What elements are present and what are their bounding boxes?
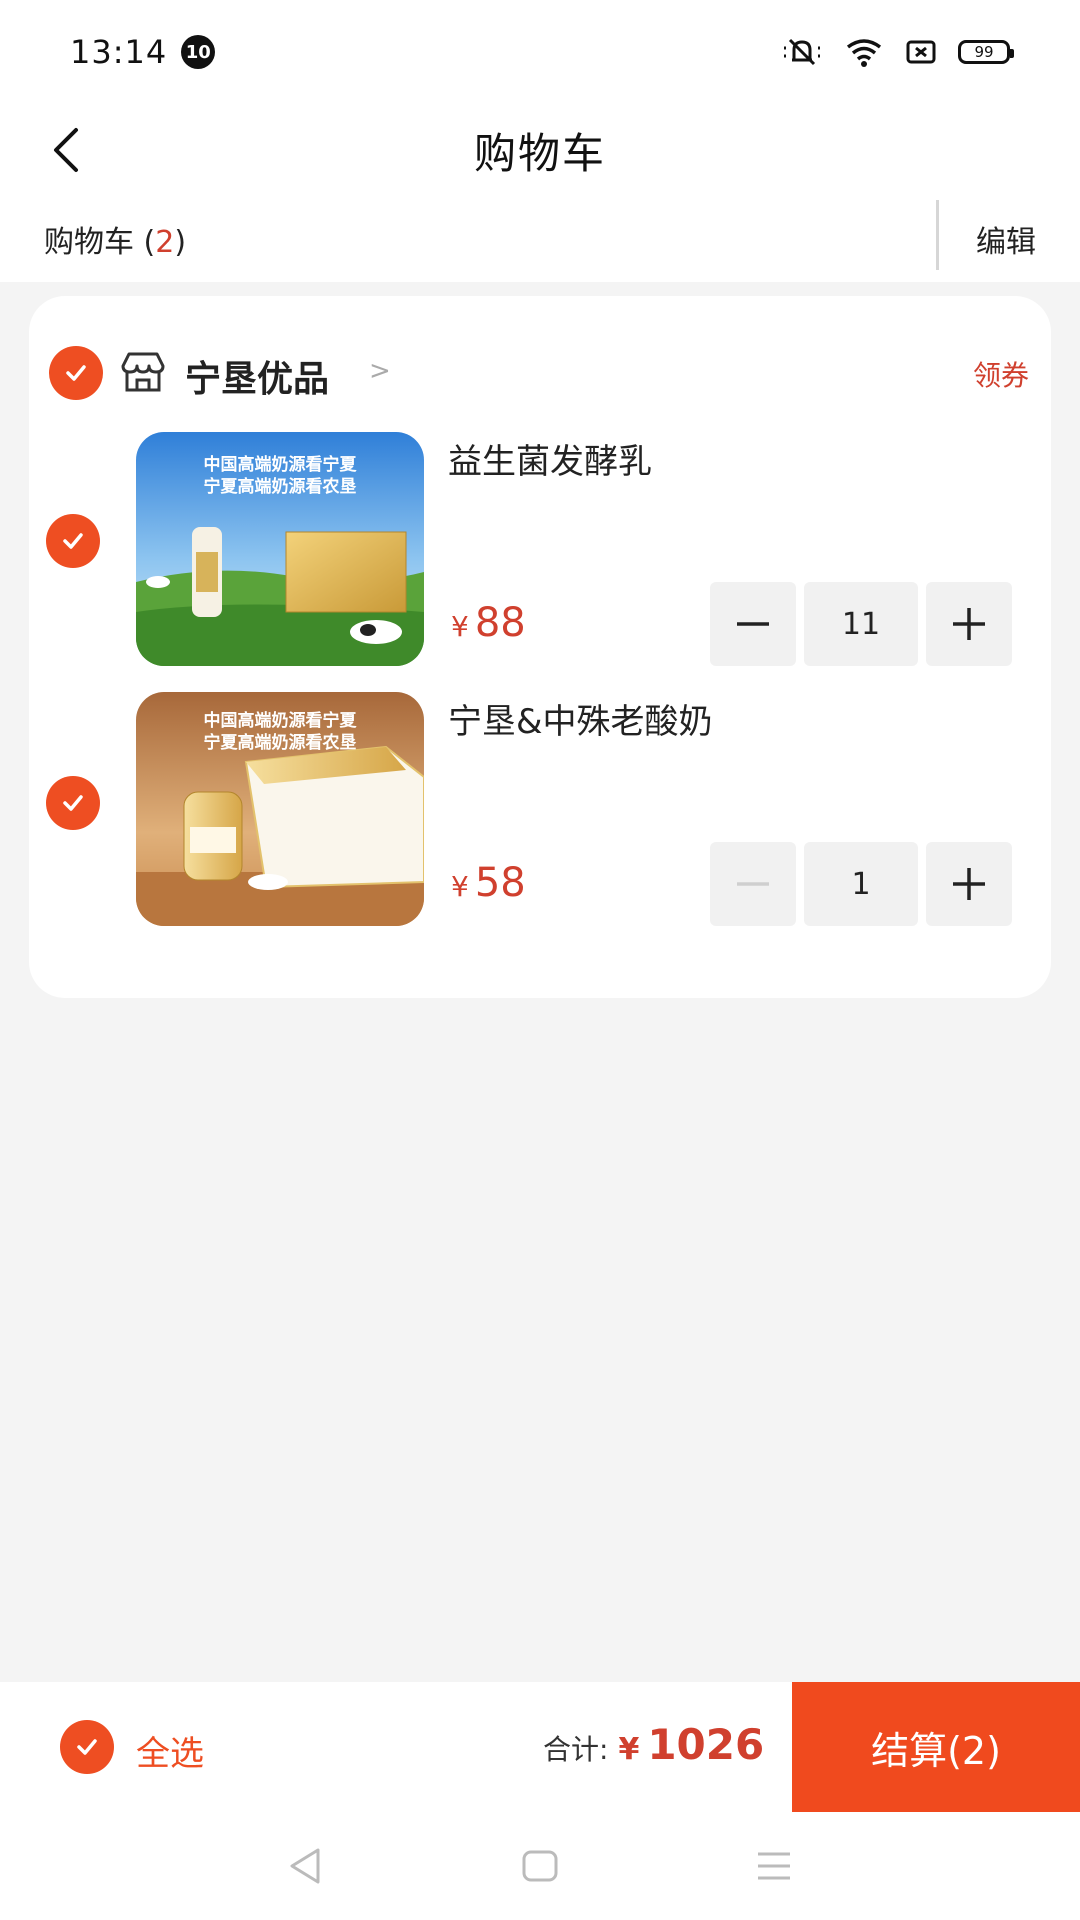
- status-icons: 99: [782, 36, 1014, 68]
- product-image-graphic: 中国高端奶源看宁夏 宁夏高端奶源看农垦: [136, 692, 424, 926]
- minus-icon: [737, 622, 769, 626]
- image-caption-1: 中国高端奶源看宁夏: [204, 454, 358, 475]
- currency-symbol: ¥: [451, 870, 469, 903]
- product-price: ¥88: [451, 600, 526, 646]
- plus-icon: [953, 868, 985, 900]
- product-image[interactable]: 中国高端奶源看宁夏 宁夏高端奶源看农垦: [136, 432, 424, 666]
- nav-menu-icon[interactable]: [752, 1844, 796, 1888]
- check-icon: [63, 795, 83, 811]
- cart-item: 中国高端奶源看宁夏 宁夏高端奶源看农垦 宁垦&中殊老酸奶 ¥58 1: [29, 692, 1051, 928]
- product-image[interactable]: 中国高端奶源看宁夏 宁夏高端奶源看农垦: [136, 692, 424, 926]
- battery-icon: 99: [958, 40, 1014, 64]
- coupon-button[interactable]: 领券: [973, 354, 1029, 394]
- store-checkbox[interactable]: [49, 346, 103, 400]
- item-checkbox[interactable]: [46, 776, 100, 830]
- sim-icon: [906, 40, 936, 64]
- decrease-button[interactable]: [710, 842, 796, 926]
- check-icon: [77, 1739, 97, 1755]
- product-image-graphic: 中国高端奶源看宁夏 宁夏高端奶源看农垦: [136, 432, 424, 666]
- cart-count: 2: [155, 225, 175, 260]
- quantity-stepper: 1: [710, 842, 1012, 926]
- edit-button[interactable]: 编辑: [976, 217, 1036, 261]
- select-all-label[interactable]: 全选: [136, 1726, 204, 1775]
- currency-symbol: ¥: [451, 610, 469, 643]
- image-caption-2: 宁夏高端奶源看农垦: [204, 732, 357, 753]
- store-header: 宁垦优品 > 领券: [29, 344, 1051, 404]
- back-button[interactable]: [42, 122, 98, 178]
- product-name[interactable]: 益生菌发酵乳: [448, 434, 652, 483]
- quantity-stepper: 11: [710, 582, 1012, 666]
- total-label: 合计:: [543, 1733, 609, 1766]
- nav-bar: 购物车: [0, 104, 1080, 196]
- cart-item: 中国高端奶源看宁夏 宁夏高端奶源看农垦 益生菌发酵乳 ¥88 11: [29, 432, 1051, 668]
- total-currency: ¥: [618, 1732, 640, 1767]
- status-time: 13:14: [70, 33, 168, 71]
- cart-subheader: 购物车 (2) 编辑: [0, 196, 1080, 282]
- store-card: 宁垦优品 > 领券 中国高端奶源看宁夏 宁夏高端奶源看农垦 益生菌发酵乳 ¥ 8…: [29, 296, 1051, 998]
- image-caption-2: 宁夏高端奶源看农垦: [204, 476, 357, 497]
- store-icon: [121, 352, 165, 392]
- system-nav-bar: [0, 1812, 1080, 1920]
- status-bar: 13:14 10 99: [0, 0, 1080, 104]
- increase-button[interactable]: [926, 582, 1012, 666]
- store-arrow-icon[interactable]: >: [369, 356, 391, 386]
- select-all-checkbox[interactable]: [60, 1720, 114, 1774]
- plus-icon: [953, 608, 985, 640]
- check-icon: [66, 365, 86, 381]
- mute-bell-icon: [784, 38, 820, 66]
- increase-button[interactable]: [926, 842, 1012, 926]
- price-value: 58: [474, 860, 526, 906]
- price-value: 88: [474, 600, 526, 646]
- product-price: ¥58: [451, 860, 526, 906]
- checkout-bar: 全选 合计: ¥ 1026 结算(2): [0, 1682, 1080, 1812]
- item-checkbox[interactable]: [46, 514, 100, 568]
- wifi-icon: [846, 39, 882, 67]
- cart-label-text: 购物车 (: [44, 225, 156, 260]
- total-value: 1026: [647, 1720, 765, 1769]
- divider: [936, 200, 939, 270]
- checkout-button[interactable]: 结算(2): [792, 1682, 1080, 1812]
- cart-count-label: 购物车 (2): [44, 217, 186, 261]
- store-name[interactable]: 宁垦优品: [185, 350, 329, 402]
- notification-badge: 10: [181, 35, 216, 69]
- quantity-value[interactable]: 1: [804, 842, 918, 926]
- cart-label-end: ): [174, 225, 187, 260]
- product-name[interactable]: 宁垦&中殊老酸奶: [448, 694, 713, 743]
- nav-back-icon[interactable]: [284, 1844, 328, 1888]
- page-title: 购物车: [473, 128, 606, 178]
- minus-icon: [737, 882, 769, 886]
- total-amount: 合计: ¥ 1026: [543, 1720, 764, 1769]
- nav-home-icon[interactable]: [518, 1844, 562, 1888]
- quantity-value[interactable]: 11: [804, 582, 918, 666]
- chevron-left-icon: [54, 128, 78, 172]
- decrease-button[interactable]: [710, 582, 796, 666]
- image-caption-1: 中国高端奶源看宁夏: [204, 710, 358, 731]
- check-icon: [63, 533, 83, 549]
